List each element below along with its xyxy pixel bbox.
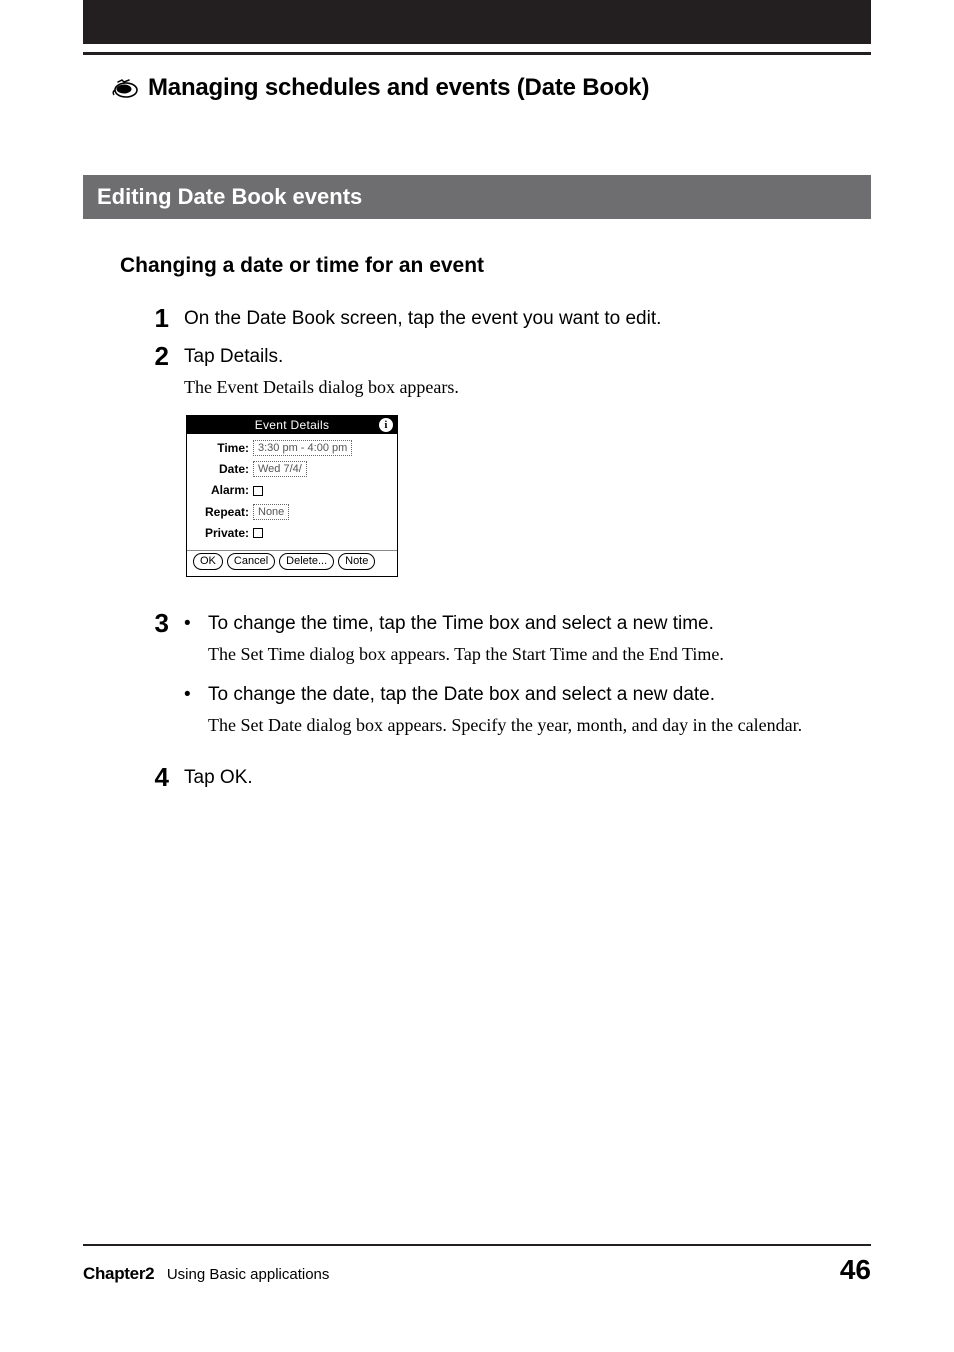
- time-label: Time:: [195, 440, 249, 456]
- section-banner: Editing Date Book events: [83, 175, 871, 219]
- top-rule: [83, 52, 871, 55]
- step-number-4: 4: [120, 764, 168, 790]
- date-label: Date:: [195, 461, 249, 477]
- step-2-detail: The Event Details dialog box appears.: [184, 376, 858, 399]
- delete-button[interactable]: Delete...: [279, 553, 334, 570]
- private-label: Private:: [195, 525, 249, 541]
- footer-chapter-title: Using Basic applications: [167, 1266, 330, 1283]
- footer-chapter: Chapter2 Using Basic applications: [83, 1264, 329, 1284]
- step-3-bullet-1-detail: The Set Time dialog box appears. Tap the…: [208, 643, 858, 666]
- time-selector[interactable]: 3:30 pm - 4:00 pm: [253, 440, 352, 456]
- cancel-button[interactable]: Cancel: [227, 553, 275, 570]
- step-4-text: Tap OK.: [184, 765, 858, 791]
- step-number-3: 3: [120, 610, 168, 636]
- alarm-label: Alarm:: [195, 482, 249, 498]
- dialog-title-text: Event Details: [255, 417, 330, 433]
- step-3-bullet-1: To change the time, tap the Time box and…: [208, 611, 858, 637]
- repeat-selector[interactable]: None: [253, 504, 289, 520]
- step-3-bullet-2: To change the date, tap the Date box and…: [208, 682, 858, 708]
- step-number-1: 1: [120, 305, 168, 331]
- note-button[interactable]: Note: [338, 553, 375, 570]
- step-number-2: 2: [120, 343, 168, 369]
- step-2-text: Tap Details.: [184, 344, 858, 370]
- top-black-bar: [83, 0, 871, 44]
- datebook-icon: [112, 77, 140, 99]
- footer-rule: [83, 1244, 871, 1246]
- date-selector[interactable]: Wed 7/4/: [253, 461, 307, 477]
- ok-button[interactable]: OK: [193, 553, 223, 570]
- banner-title: Editing Date Book events: [97, 184, 362, 210]
- footer-chapter-label: Chapter2: [83, 1264, 154, 1283]
- step-1-text: On the Date Book screen, tap the event y…: [184, 306, 858, 332]
- dialog-titlebar: Event Details i: [187, 416, 397, 434]
- alarm-checkbox[interactable]: [253, 486, 263, 496]
- page-number: 46: [840, 1254, 871, 1286]
- chapter-title: Managing schedules and events (Date Book…: [148, 74, 649, 102]
- private-checkbox[interactable]: [253, 528, 263, 538]
- bullet-dot: •: [184, 611, 198, 637]
- subheading: Changing a date or time for an event: [120, 254, 858, 278]
- step-3-bullet-2-detail: The Set Date dialog box appears. Specify…: [208, 714, 858, 737]
- info-icon[interactable]: i: [379, 418, 393, 432]
- event-details-dialog: Event Details i Time: 3:30 pm - 4:00 pm …: [186, 415, 398, 577]
- repeat-label: Repeat:: [195, 504, 249, 520]
- bullet-dot: •: [184, 682, 198, 708]
